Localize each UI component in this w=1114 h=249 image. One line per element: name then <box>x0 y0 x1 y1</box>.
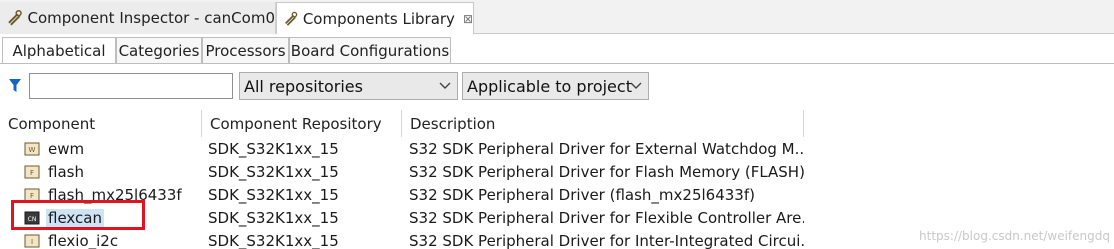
description-cell: S32 SDK Peripheral Driver for Inter-Inte… <box>409 231 804 249</box>
repository-cell: SDK_S32K1xx_15 <box>208 162 339 181</box>
component-name: ewm <box>48 139 85 158</box>
annotation-highlight-box <box>11 200 145 230</box>
component-cell: I flexio_i2c <box>24 229 202 249</box>
component-cell: W ewm <box>24 137 202 160</box>
component-chip-icon: F <box>24 165 40 178</box>
svg-text:W: W <box>29 146 36 154</box>
editor-tab-bar: Component Inspector - canCom0 Components… <box>0 0 1114 35</box>
repository-cell: SDK_S32K1xx_15 <box>208 231 339 249</box>
view-tab-bar: Alphabetical Categories Processors Board… <box>0 34 1114 64</box>
repository-select-value: All repositories <box>244 76 363 96</box>
filter-icon[interactable] <box>8 78 22 94</box>
project-filter-select[interactable]: Applicable to project <box>462 72 649 100</box>
tab-label: Components Library <box>302 10 455 28</box>
description-cell: S32 SDK Peripheral Driver for External W… <box>409 139 804 158</box>
column-header-component[interactable]: Component <box>0 110 202 137</box>
description-cell: S32 SDK Peripheral Driver for Flexible C… <box>409 208 804 227</box>
table-row[interactable]: F flash SDK_S32K1xx_15 S32 SDK Periphera… <box>0 160 1114 183</box>
repository-cell: SDK_S32K1xx_15 <box>208 139 339 158</box>
repository-cell: SDK_S32K1xx_15 <box>208 185 339 204</box>
inspector-icon <box>8 9 22 26</box>
description-cell: S32 SDK Peripheral Driver (flash_mx25l64… <box>409 185 755 204</box>
repository-cell: SDK_S32K1xx_15 <box>208 208 339 227</box>
tab-components-library[interactable]: Components Library ⊠ <box>276 2 474 35</box>
tab-board-configurations[interactable]: Board Configurations <box>289 37 451 64</box>
svg-text:I: I <box>31 238 33 246</box>
tab-label: Board Configurations <box>290 41 450 60</box>
component-name: flash <box>48 162 84 181</box>
search-input[interactable] <box>29 73 233 99</box>
filter-bar: All repositories Applicable to project <box>0 64 1114 110</box>
chevron-down-icon <box>630 82 642 89</box>
tab-component-inspector[interactable]: Component Inspector - canCom0 <box>0 2 276 34</box>
chevron-down-icon <box>439 82 451 89</box>
svg-text:F: F <box>30 169 34 177</box>
description-cell: S32 SDK Peripheral Driver for Flash Memo… <box>409 162 804 181</box>
tab-label: Processors <box>205 41 286 60</box>
table-header: Component Component Repository Descripti… <box>0 110 804 137</box>
column-header-repository[interactable]: Component Repository <box>202 110 402 137</box>
tab-label: Categories <box>118 41 200 60</box>
tab-processors[interactable]: Processors <box>202 37 289 64</box>
column-header-description[interactable]: Description <box>402 110 804 137</box>
component-chip-icon: W <box>24 142 40 155</box>
table-row[interactable]: F flash_mx25l6433f SDK_S32K1xx_15 S32 SD… <box>0 183 1114 206</box>
repository-select[interactable]: All repositories <box>239 72 458 100</box>
component-chip-icon: I <box>24 234 40 247</box>
watermark: https://blog.csdn.net/weifengdq <box>919 229 1110 243</box>
tab-categories[interactable]: Categories <box>116 37 202 64</box>
table-row-selected[interactable]: CN flexcan SDK_S32K1xx_15 S32 SDK Periph… <box>0 206 1114 229</box>
table-row[interactable]: W ewm SDK_S32K1xx_15 S32 SDK Peripheral … <box>0 137 1114 160</box>
svg-text:F: F <box>30 192 34 200</box>
project-filter-value: Applicable to project <box>467 76 632 96</box>
close-icon[interactable]: ⊠ <box>463 12 473 26</box>
library-icon <box>285 11 298 26</box>
component-name: flexio_i2c <box>48 231 119 249</box>
component-cell: F flash <box>24 160 202 183</box>
tab-alphabetical[interactable]: Alphabetical <box>2 37 116 64</box>
tab-label: Component Inspector - canCom0 <box>27 9 275 27</box>
tab-label: Alphabetical <box>12 42 106 60</box>
